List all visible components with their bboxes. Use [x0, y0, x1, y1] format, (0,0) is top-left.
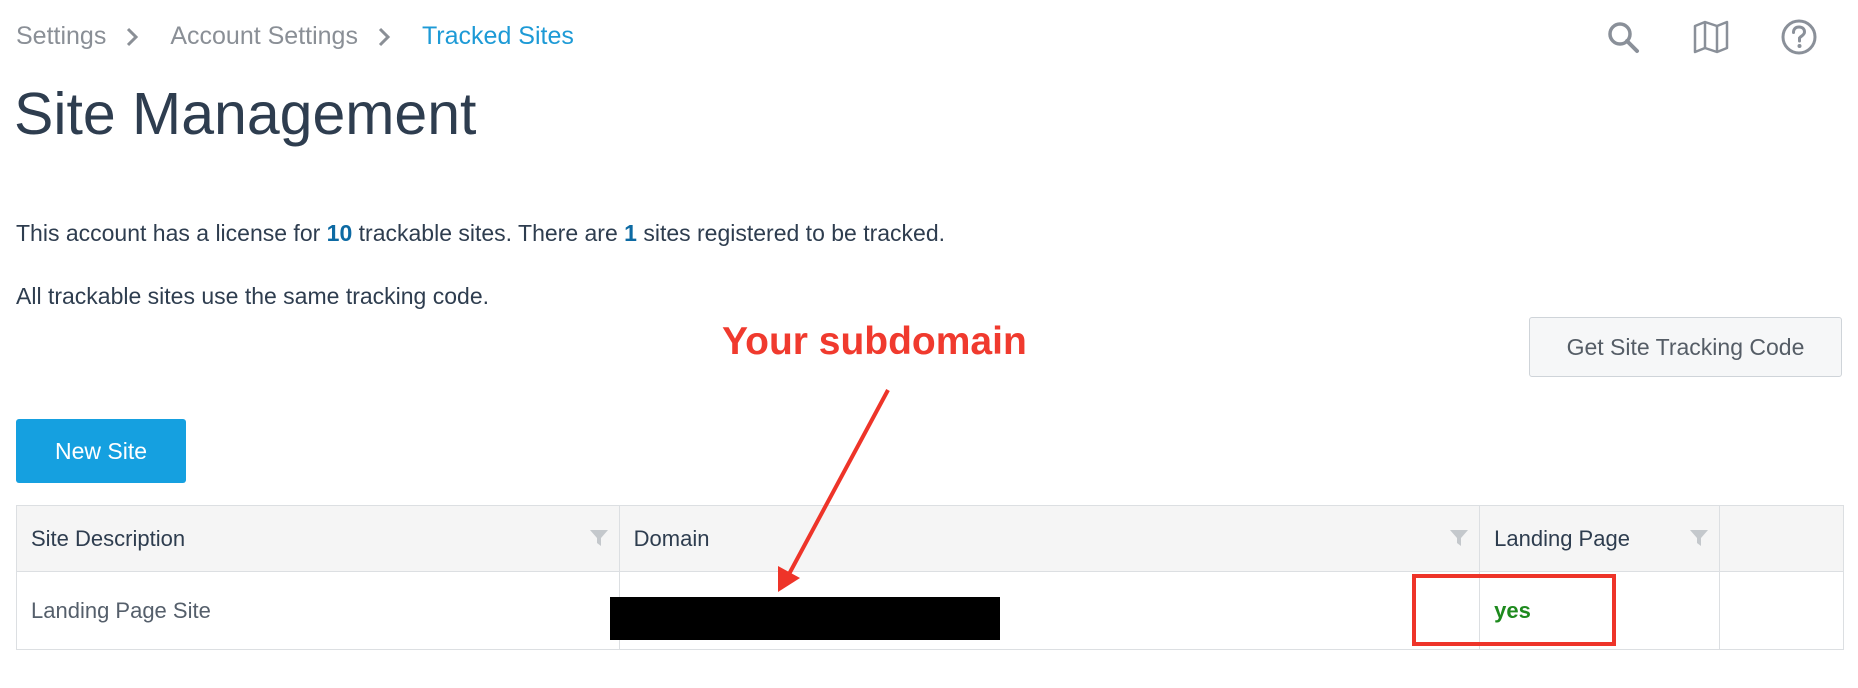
license-text-prefix: This account has a license for: [16, 220, 321, 246]
registered-count: 1: [624, 220, 637, 246]
header-toolbar: [1604, 18, 1818, 56]
chevron-right-icon: [127, 27, 139, 46]
new-site-button[interactable]: New Site: [16, 419, 186, 483]
column-header-label: Domain: [633, 525, 710, 551]
filter-icon[interactable]: [1449, 528, 1469, 548]
column-header-label: Site Description: [31, 525, 186, 551]
license-text-suffix: sites registered to be tracked.: [643, 220, 946, 246]
breadcrumb-tracked-sites: Tracked Sites: [421, 22, 574, 50]
column-header-actions: [1719, 505, 1844, 572]
annotation-arrow: [778, 389, 890, 592]
chevron-right-icon: [378, 27, 391, 46]
tracking-code-note: All trackable sites use the same trackin…: [16, 283, 490, 309]
column-header-landing-page[interactable]: Landing Page: [1479, 505, 1721, 572]
license-summary: This account has a license for 10 tracka…: [16, 220, 945, 247]
filter-icon[interactable]: [1689, 528, 1709, 548]
actions-cell: [1719, 571, 1844, 650]
column-header-label: Landing Page: [1494, 525, 1630, 551]
annotation-label: Your subdomain: [722, 320, 1027, 363]
license-text-middle: trackable sites. There are: [358, 220, 618, 246]
column-header-site-description[interactable]: Site Description: [16, 505, 620, 572]
filter-icon[interactable]: [589, 528, 609, 548]
page-title: Site Management: [14, 81, 477, 147]
redacted-domain: [610, 597, 1000, 640]
search-icon[interactable]: [1604, 18, 1642, 56]
site-description-cell: Landing Page Site: [16, 571, 620, 650]
help-icon[interactable]: [1780, 18, 1818, 56]
breadcrumb: Settings Account Settings Tracked Sites: [16, 22, 574, 51]
highlight-box: [1412, 574, 1616, 646]
get-site-tracking-code-button[interactable]: Get Site Tracking Code: [1529, 317, 1842, 377]
breadcrumb-account-settings[interactable]: Account Settings: [170, 22, 358, 51]
licensed-count: 10: [326, 220, 353, 246]
column-header-domain[interactable]: Domain: [619, 505, 1481, 572]
table-header-row: Site Description Domain Landing Page: [16, 505, 1844, 572]
breadcrumb-settings[interactable]: Settings: [16, 22, 106, 51]
map-icon[interactable]: [1692, 18, 1730, 56]
